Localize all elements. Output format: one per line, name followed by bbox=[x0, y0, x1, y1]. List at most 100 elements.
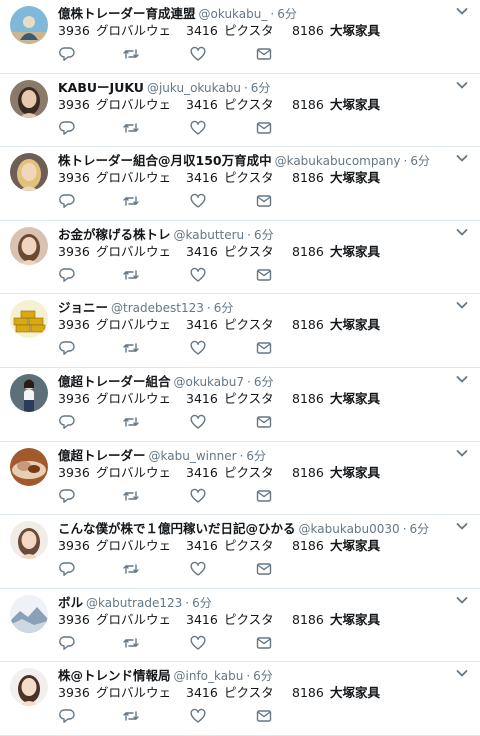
woman-portrait-avatar[interactable] bbox=[10, 79, 48, 118]
retweet-icon[interactable] bbox=[122, 634, 140, 652]
landscape-avatar[interactable] bbox=[10, 594, 48, 633]
direct-message-icon[interactable] bbox=[255, 634, 273, 652]
retweet-icon[interactable] bbox=[122, 487, 140, 505]
chevron-down-icon[interactable] bbox=[454, 77, 470, 93]
retweet-icon[interactable] bbox=[122, 413, 140, 431]
display-name[interactable]: 億株トレーダー育成連盟 bbox=[58, 6, 196, 21]
timestamp[interactable]: 6分 bbox=[251, 81, 271, 95]
like-icon[interactable] bbox=[189, 560, 207, 578]
timestamp[interactable]: 6分 bbox=[410, 522, 430, 536]
direct-message-icon[interactable] bbox=[255, 339, 273, 357]
chevron-down-icon[interactable] bbox=[454, 3, 470, 19]
direct-message-icon[interactable] bbox=[255, 119, 273, 137]
user-handle[interactable]: @juku_okukabu bbox=[147, 81, 241, 95]
like-icon[interactable] bbox=[189, 487, 207, 505]
retweet-icon[interactable] bbox=[122, 119, 140, 137]
timestamp[interactable]: 6分 bbox=[192, 596, 212, 610]
reply-icon[interactable] bbox=[58, 560, 76, 578]
woman-portrait-avatar[interactable] bbox=[10, 226, 48, 265]
user-handle[interactable]: @kabutteru bbox=[174, 228, 245, 242]
timestamp[interactable]: 6分 bbox=[214, 301, 234, 315]
reply-icon[interactable] bbox=[58, 339, 76, 357]
display-name[interactable]: こんな僕が株で１億円稼いだ日記@ひかる bbox=[58, 521, 296, 536]
retweet-icon[interactable] bbox=[122, 339, 140, 357]
display-name[interactable]: お金が稼げる株トレ bbox=[58, 227, 171, 242]
reply-icon[interactable] bbox=[58, 634, 76, 652]
direct-message-icon[interactable] bbox=[255, 487, 273, 505]
timestamp[interactable]: 6分 bbox=[277, 7, 297, 21]
reply-icon[interactable] bbox=[58, 119, 76, 137]
reply-icon[interactable] bbox=[58, 45, 76, 63]
like-icon[interactable] bbox=[189, 45, 207, 63]
food-avatar[interactable] bbox=[10, 447, 48, 486]
retweet-icon[interactable] bbox=[122, 45, 140, 63]
sky-person-avatar[interactable] bbox=[10, 6, 48, 44]
retweet-icon[interactable] bbox=[122, 192, 140, 210]
timestamp[interactable]: 6分 bbox=[254, 375, 274, 389]
reply-icon[interactable] bbox=[58, 413, 76, 431]
gold-bars-avatar[interactable] bbox=[10, 300, 48, 339]
display-name[interactable]: 億超トレーダー bbox=[58, 448, 146, 463]
chevron-down-icon[interactable] bbox=[454, 297, 470, 313]
tweet[interactable]: 株トレーダー組合@月収150万育成中 @kabukabucompany · 6分 39… bbox=[0, 147, 480, 221]
like-icon[interactable] bbox=[189, 119, 207, 137]
timestamp[interactable]: 6分 bbox=[254, 228, 274, 242]
tweet[interactable]: ジョニー @tradebest123 · 6分 3936 グロバルウェ 3416 ピク… bbox=[0, 294, 480, 368]
tweet[interactable]: ボル @kabutrade123 · 6分 3936 グロバルウェ 3416 ピクスタ… bbox=[0, 588, 480, 663]
reply-icon[interactable] bbox=[58, 266, 76, 284]
user-handle[interactable]: @okukabu_ bbox=[199, 7, 268, 21]
direct-message-icon[interactable] bbox=[255, 192, 273, 210]
display-name[interactable]: 億超トレーダー組合 bbox=[58, 374, 171, 389]
reply-icon[interactable] bbox=[58, 487, 76, 505]
tweet[interactable]: こんな僕が株で１億円稼いだ日記@ひかる @kabukabu0030 · 6分 3936… bbox=[0, 515, 480, 589]
woman-portrait-avatar[interactable] bbox=[10, 521, 48, 560]
display-name[interactable]: ジョニー bbox=[58, 300, 108, 315]
tweet[interactable]: 億株トレーダー育成連盟 @okukabu_ · 6分 3936 グロバルウェ 3416… bbox=[0, 0, 480, 74]
tweet[interactable]: KABUーJUKU @juku_okukabu · 6分 3936 グロバルウェ 34… bbox=[0, 73, 480, 148]
like-icon[interactable] bbox=[189, 413, 207, 431]
standing-woman-avatar[interactable] bbox=[10, 374, 48, 412]
chevron-down-icon[interactable] bbox=[454, 665, 470, 681]
direct-message-icon[interactable] bbox=[255, 560, 273, 578]
display-name[interactable]: 株@トレンド情報局 bbox=[58, 668, 171, 683]
user-handle[interactable]: @kabukabucompany bbox=[275, 154, 401, 168]
user-handle[interactable]: @tradebest123 bbox=[111, 301, 204, 315]
timestamp[interactable]: 6分 bbox=[410, 154, 430, 168]
user-handle[interactable]: @kabu_winner bbox=[149, 449, 237, 463]
direct-message-icon[interactable] bbox=[255, 707, 273, 725]
chevron-down-icon[interactable] bbox=[454, 150, 470, 166]
tweet[interactable]: 億超トレーダー @kabu_winner · 6分 3936 グロバルウェ 3416 … bbox=[0, 441, 480, 516]
user-handle[interactable]: @kabutrade123 bbox=[86, 596, 182, 610]
direct-message-icon[interactable] bbox=[255, 413, 273, 431]
blonde-woman-avatar[interactable] bbox=[10, 153, 48, 192]
chevron-down-icon[interactable] bbox=[454, 592, 470, 608]
display-name[interactable]: KABUーJUKU bbox=[58, 80, 144, 95]
like-icon[interactable] bbox=[189, 707, 207, 725]
user-handle[interactable]: @info_kabu bbox=[174, 669, 244, 683]
reply-icon[interactable] bbox=[58, 192, 76, 210]
timestamp[interactable]: 6分 bbox=[246, 449, 266, 463]
like-icon[interactable] bbox=[189, 339, 207, 357]
timestamp[interactable]: 6分 bbox=[253, 669, 273, 683]
woman-portrait-avatar[interactable] bbox=[10, 668, 48, 707]
tweet[interactable]: 株@トレンド情報局 @info_kabu · 6分 3936 グロバルウェ 3416 … bbox=[0, 662, 480, 736]
like-icon[interactable] bbox=[189, 634, 207, 652]
chevron-down-icon[interactable] bbox=[454, 224, 470, 240]
retweet-icon[interactable] bbox=[122, 266, 140, 284]
direct-message-icon[interactable] bbox=[255, 266, 273, 284]
retweet-icon[interactable] bbox=[122, 707, 140, 725]
direct-message-icon[interactable] bbox=[255, 45, 273, 63]
display-name[interactable]: ボル bbox=[58, 595, 83, 610]
user-handle[interactable]: @kabukabu0030 bbox=[299, 522, 400, 536]
chevron-down-icon[interactable] bbox=[454, 445, 470, 461]
user-handle[interactable]: @okukabu7 bbox=[174, 375, 244, 389]
like-icon[interactable] bbox=[189, 192, 207, 210]
chevron-down-icon[interactable] bbox=[454, 518, 470, 534]
reply-icon[interactable] bbox=[58, 707, 76, 725]
tweet[interactable]: お金が稼げる株トレ @kabutteru · 6分 3936 グロバルウェ 3416 … bbox=[0, 220, 480, 295]
like-icon[interactable] bbox=[189, 266, 207, 284]
retweet-icon[interactable] bbox=[122, 560, 140, 578]
tweet[interactable]: 億超トレーダー組合 @okukabu7 · 6分 3936 グロバルウェ 3416 ピ… bbox=[0, 368, 480, 442]
display-name[interactable]: 株トレーダー組合@月収150万育成中 bbox=[58, 153, 272, 168]
chevron-down-icon[interactable] bbox=[454, 371, 470, 387]
